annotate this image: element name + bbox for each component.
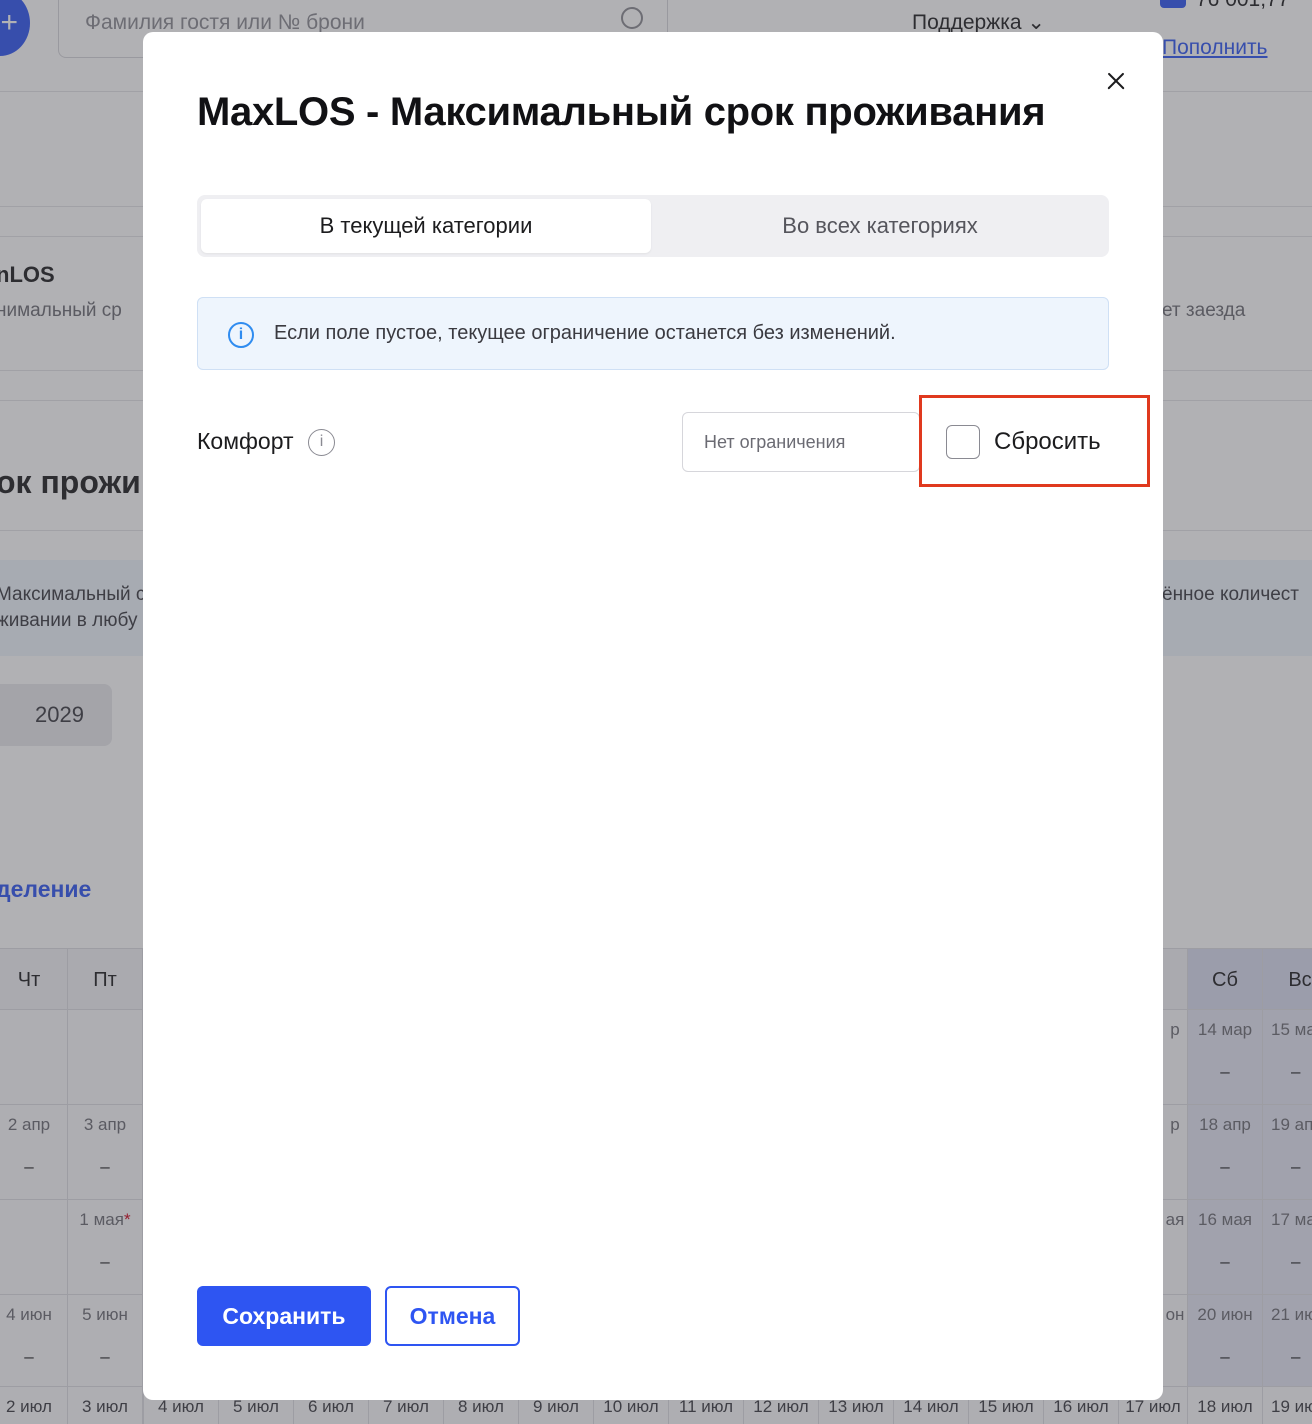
- reset-label[interactable]: Сбросить: [994, 428, 1101, 456]
- info-icon: i: [228, 322, 254, 348]
- notice-text: Если поле пустое, текущее ограничение ос…: [274, 322, 896, 344]
- tab-all-categories[interactable]: Во всех категориях: [655, 199, 1105, 253]
- close-icon[interactable]: [1101, 66, 1131, 96]
- info-icon[interactable]: i: [308, 429, 335, 456]
- cancel-button[interactable]: Отмена: [385, 1286, 520, 1346]
- maxlos-dialog: MaxLOS - Максимальный срок проживания В …: [143, 32, 1163, 1400]
- maxlos-value-input[interactable]: [682, 412, 920, 472]
- tab-current-category[interactable]: В текущей категории: [201, 199, 651, 253]
- category-scope-tabs: В текущей категории Во всех категориях: [197, 195, 1109, 257]
- info-notice: i Если поле пустое, текущее ограничение …: [197, 297, 1109, 370]
- reset-checkbox[interactable]: [946, 425, 980, 459]
- dialog-title: MaxLOS - Максимальный срок проживания: [197, 90, 1046, 134]
- room-category-label: Комфорт: [197, 428, 294, 454]
- save-button[interactable]: Сохранить: [197, 1286, 371, 1346]
